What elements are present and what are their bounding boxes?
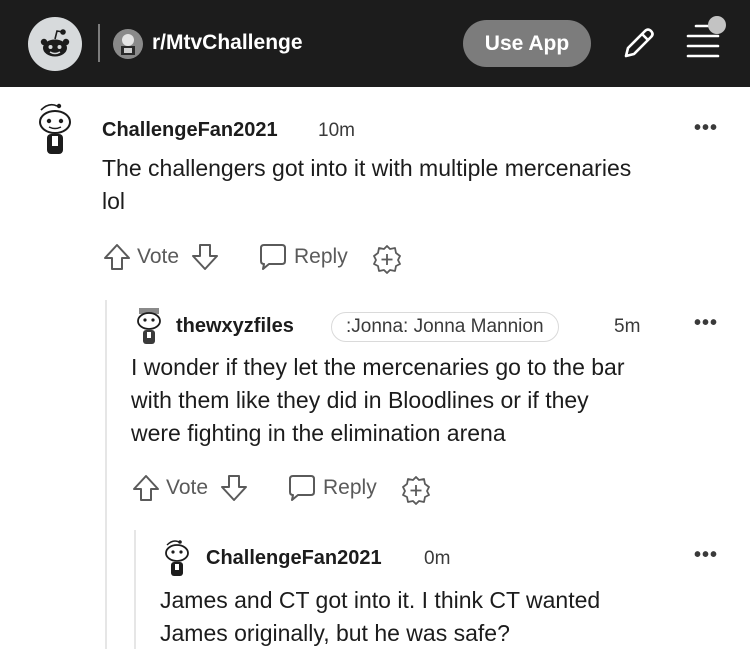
award-button[interactable] bbox=[401, 475, 431, 505]
notification-dot-icon bbox=[708, 16, 726, 34]
downvote-arrow-icon bbox=[192, 244, 218, 270]
snoo-avatar-icon[interactable] bbox=[161, 538, 193, 585]
top-bar: r/MtvChallenge Use App bbox=[0, 0, 750, 87]
comment-body: The challengers got into it with multipl… bbox=[102, 152, 631, 218]
reply-button[interactable]: Reply bbox=[286, 473, 377, 503]
comment-body: I wonder if they let the mercenaries go … bbox=[131, 351, 625, 450]
award-plus-icon bbox=[373, 245, 401, 274]
comment-body-line: The challengers got into it with multipl… bbox=[102, 155, 632, 181]
reply-label: Reply bbox=[323, 476, 377, 499]
comment-body-line: James originally, but he was safe? bbox=[160, 620, 510, 646]
award-plus-icon bbox=[402, 476, 430, 505]
subreddit-name[interactable]: r/MtvChallenge bbox=[152, 30, 303, 56]
user-flair: :Jonna: Jonna Mannion bbox=[331, 312, 559, 342]
comment-body-line: were fighting in the elimination arena bbox=[131, 420, 506, 446]
thread-line[interactable] bbox=[134, 530, 136, 649]
downvote-button[interactable] bbox=[219, 473, 249, 503]
upvote-button[interactable]: Vote bbox=[102, 242, 179, 272]
vote-label: Vote bbox=[166, 476, 209, 499]
create-post-pencil-icon[interactable] bbox=[618, 24, 658, 64]
more-options-icon[interactable]: ••• bbox=[694, 544, 718, 567]
upvote-arrow-icon bbox=[133, 475, 159, 501]
vote-label: Vote bbox=[137, 245, 180, 268]
upvote-arrow-icon bbox=[104, 244, 130, 270]
downvote-button[interactable] bbox=[190, 242, 220, 272]
comment-body-line: James and CT got into it. I think CT wan… bbox=[160, 587, 601, 613]
comment-time: 10m bbox=[318, 120, 355, 141]
comment-author[interactable]: ChallengeFan2021 bbox=[206, 547, 382, 570]
comment-time: 5m bbox=[614, 316, 641, 337]
thread-line[interactable] bbox=[105, 300, 107, 649]
reply-button[interactable]: Reply bbox=[257, 242, 348, 272]
use-app-button[interactable]: Use App bbox=[463, 20, 591, 67]
reply-bubble-icon bbox=[289, 475, 315, 501]
comment-author[interactable]: thewxyzfiles bbox=[176, 315, 294, 338]
comment-author[interactable]: ChallengeFan2021 bbox=[102, 119, 278, 142]
reply-bubble-icon bbox=[260, 244, 286, 270]
comment-body: James and CT got into it. I think CT wan… bbox=[160, 584, 600, 650]
snoo-avatar-icon[interactable] bbox=[133, 306, 165, 353]
snoo-avatar-icon[interactable] bbox=[33, 100, 77, 165]
reddit-logo-icon[interactable] bbox=[28, 17, 82, 71]
reply-label: Reply bbox=[294, 245, 348, 268]
comment-body-line: lol bbox=[102, 188, 126, 214]
comment-body-line: I wonder if they let the mercenaries go … bbox=[131, 354, 625, 380]
upvote-button[interactable]: Vote bbox=[131, 473, 208, 503]
comment-time: 0m bbox=[424, 548, 451, 569]
award-button[interactable] bbox=[372, 244, 402, 274]
more-options-icon[interactable]: ••• bbox=[694, 117, 718, 140]
more-options-icon[interactable]: ••• bbox=[694, 312, 718, 335]
subreddit-avatar-icon[interactable] bbox=[113, 29, 143, 59]
hamburger-menu-icon[interactable] bbox=[682, 16, 730, 64]
comment-body-line: with them like they did in Bloodlines or… bbox=[131, 387, 589, 413]
downvote-arrow-icon bbox=[221, 475, 247, 501]
header-divider bbox=[98, 24, 100, 62]
